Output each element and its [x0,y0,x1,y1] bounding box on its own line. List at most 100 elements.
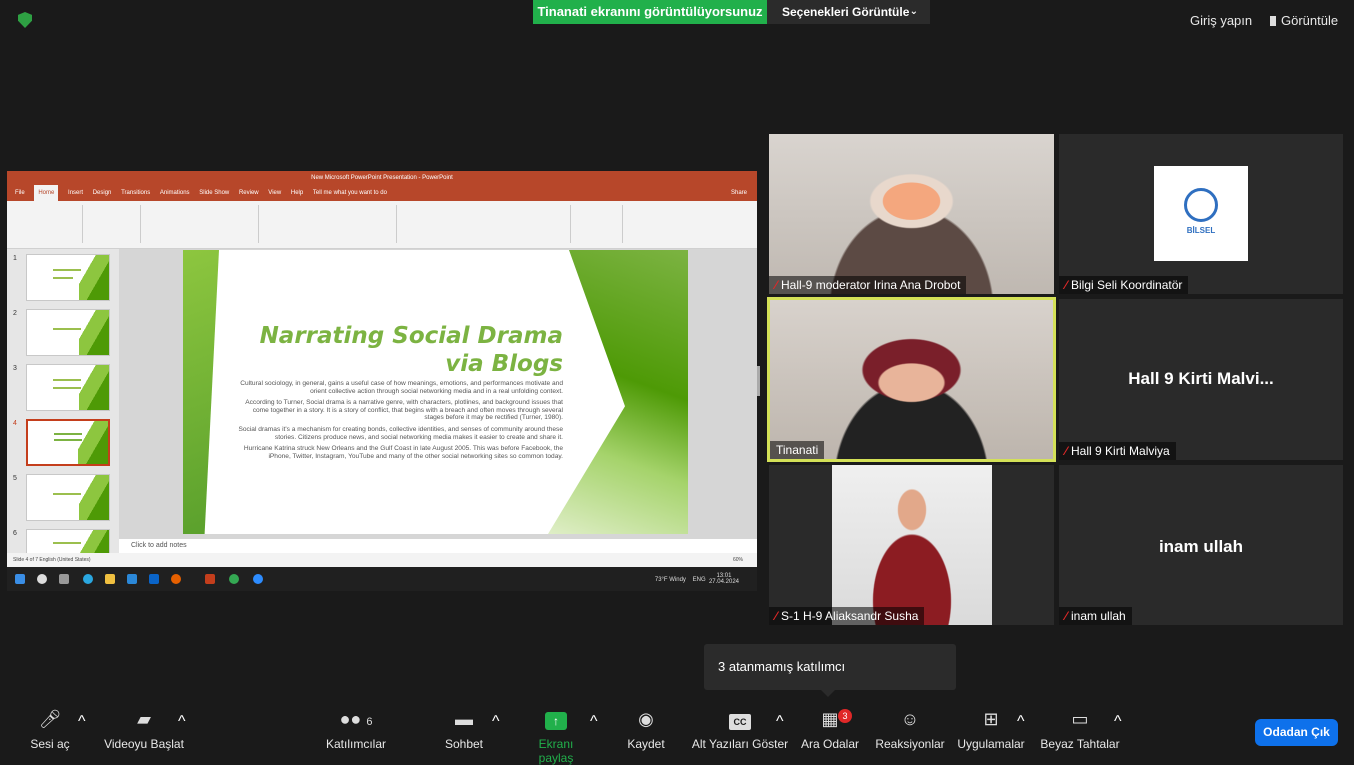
slides-group[interactable] [85,205,141,243]
participant-tile[interactable]: Hall 9 Kirti Malvi... ⁄ Hall 9 Kirti Malv… [1059,299,1343,460]
participant-tile[interactable]: ⁄ S-1 H-9 Aliaksandr Susha [769,465,1054,625]
ribbon-tabs: File Home Insert Design Transitions Anim… [7,185,757,201]
participant-tile[interactable]: inam ullah ⁄ inam ullah [1059,465,1343,625]
share-screen-button[interactable]: ↑ Ekranı paylaş [520,707,592,765]
mail-icon[interactable] [149,574,159,584]
mic-muted-icon: ⁄ [1065,609,1068,623]
tab-view[interactable]: View [268,185,281,201]
reactions-button[interactable]: ☺ Reaksiyonlar [874,707,946,751]
record-button[interactable]: ◉ Kaydet [624,707,668,751]
slide-thumbnail[interactable] [26,309,110,356]
participant-name: inam ullah [1071,609,1126,623]
meeting-toolbar: 🎤︎ Sesi aç ^ ▰ Videoyu Başlat ^ ●● 6 Kat… [0,699,1354,765]
participant-display-name: Hall 9 Kirti Malvi... [1128,369,1274,388]
captions-options-caret[interactable]: ^ [776,713,784,731]
zoom-app-icon[interactable] [253,574,263,584]
participant-video [769,134,1054,294]
tab-transitions[interactable]: Transitions [121,185,150,201]
screen-share-banner: Tinanati ekranını görüntülüyorsunuz [533,0,767,24]
tab-home[interactable]: Home [34,185,59,201]
notes-pane[interactable]: Click to add notes [119,539,757,553]
slide-number: 6 [13,530,17,537]
tab-help[interactable]: Help [291,185,303,201]
video-options-caret[interactable]: ^ [178,713,186,731]
language-indicator[interactable]: ENG [693,577,706,583]
participant-name: S-1 H-9 Aliaksandr Susha [781,609,919,623]
tab-slide-show[interactable]: Slide Show [199,185,229,201]
slide-title: Narrating Social Drama via Blogs [260,322,563,378]
tab-animations[interactable]: Animations [160,185,190,201]
slide-body: Cultural sociology, in general, gains a … [233,380,563,464]
view-options-label: Seçenekleri Görüntüle [782,5,910,19]
whiteboards-options-caret[interactable]: ^ [1114,713,1122,731]
share-button[interactable]: Share [731,185,747,201]
drawing-group[interactable] [399,205,571,243]
chat-button[interactable]: ▬ Sohbet [443,707,485,751]
view-button[interactable]: Görüntüle [1266,13,1338,28]
windows-start-icon[interactable] [15,574,25,584]
font-group[interactable] [143,205,259,243]
splitter-handle[interactable] [757,366,760,396]
firefox-icon[interactable] [171,574,181,584]
editing-group[interactable] [573,205,623,243]
participant-tile[interactable]: BİLSEL ⁄ Bilgi Seli Koordinatör [1059,134,1343,294]
paragraph-group[interactable] [261,205,397,243]
apps-options-caret[interactable]: ^ [1017,713,1025,731]
store-icon[interactable] [127,574,137,584]
file-explorer-icon[interactable] [105,574,115,584]
record-label: Kaydet [627,737,665,751]
audio-options-caret[interactable]: ^ [78,713,86,731]
tab-file[interactable]: File [15,185,25,201]
participants-button[interactable]: ●● 6 Katılımcılar [322,707,390,751]
chat-label: Sohbet [444,737,484,751]
sign-in-link[interactable]: Giriş yapın [1190,13,1252,28]
start-video-button[interactable]: ▰ Videoyu Başlat [100,707,188,751]
chrome-icon[interactable] [229,574,239,584]
current-slide[interactable]: Narrating Social Drama via Blogs Cultura… [183,250,688,534]
bilsel-logo: BİLSEL [1154,166,1248,261]
slide-thumbnail-selected[interactable] [26,419,110,466]
slide-paragraph: Social dramas it's a mechanism for creat… [238,425,563,441]
shared-screen[interactable]: New Microsoft PowerPoint Presentation - … [7,171,757,591]
participant-name-tag: ⁄ Hall 9 Kirti Malviya [1059,442,1176,460]
whiteboards-button[interactable]: ▭ Beyaz Tahtalar [1040,707,1120,751]
participant-video [832,465,992,625]
task-view-icon[interactable] [59,574,69,584]
slide-number: 4 [13,420,17,427]
clock-date: 27.04.2024 [708,579,739,585]
grid-view-icon [1266,16,1276,26]
share-options-caret[interactable]: ^ [590,713,598,731]
slide-thumbnail[interactable] [26,254,110,301]
zoom-level[interactable]: 60% [733,553,743,567]
chat-options-caret[interactable]: ^ [492,713,500,731]
tab-insert[interactable]: Insert [68,185,83,201]
chat-icon: ▬ [455,709,473,729]
apps-button[interactable]: ⊞ Uygulamalar [956,707,1026,751]
encryption-shield-icon[interactable] [18,12,32,28]
search-icon[interactable] [37,574,47,584]
participant-display-name: inam ullah [1158,537,1244,556]
tab-design[interactable]: Design [93,185,112,201]
participant-tile[interactable]: ⁄ Hall-9 moderator Irina Ana Drobot [769,134,1054,294]
clock[interactable]: 13:01 27.04.2024 [709,573,739,585]
mic-muted-icon: ⁄ [1065,444,1068,458]
edge-icon[interactable] [83,574,93,584]
unmute-button[interactable]: 🎤︎ Sesi aç [28,707,72,751]
participants-icon: ●● 6 [339,709,373,729]
slide-title-line2: via Blogs [445,351,563,377]
participants-label: Katılımcılar [325,737,386,751]
powerpoint-icon[interactable] [205,574,215,584]
view-options-button[interactable]: Seçenekleri Görüntüle ⌄ [767,0,930,24]
participant-count: 6 [366,716,373,728]
slide-thumbnail[interactable] [26,364,110,411]
tab-review[interactable]: Review [239,185,259,201]
leave-meeting-button[interactable]: Odadan Çık [1255,719,1338,746]
participant-tile-active-speaker[interactable]: Tinanati [767,297,1056,462]
logo-text: BİLSEL [1186,226,1216,235]
captions-button[interactable]: CC Alt Yazıları Göster [690,707,790,751]
tell-me-search[interactable]: Tell me what you want to do [313,185,387,201]
windows-taskbar: 73°F Windy ENG 13:01 27.04.2024 [7,567,757,591]
slide-thumbnail[interactable] [26,474,110,521]
start-video-label: Videoyu Başlat [104,737,184,751]
clipboard-group[interactable] [11,205,83,243]
